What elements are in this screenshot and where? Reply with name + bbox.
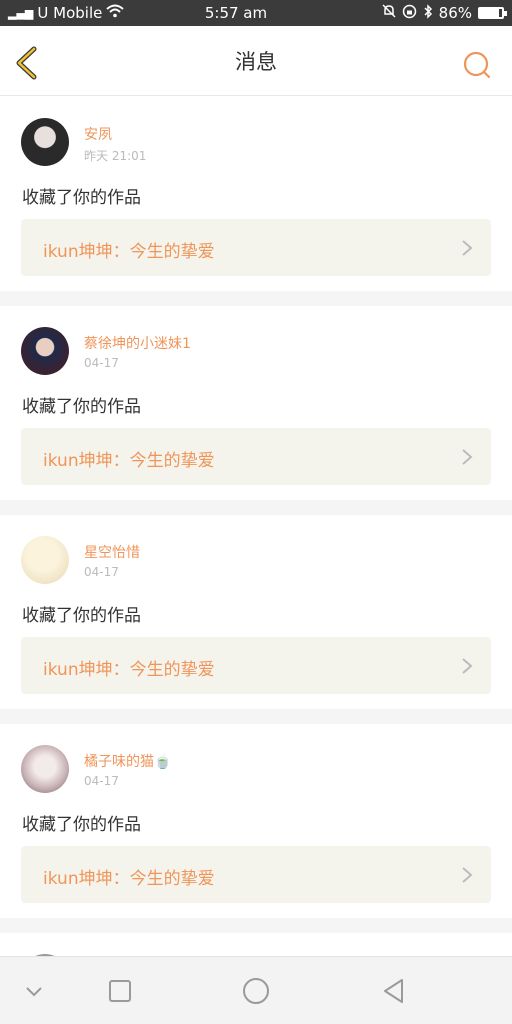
back-nav-button[interactable] — [380, 977, 408, 1005]
page-title: 消息 — [235, 49, 277, 74]
username[interactable]: 星空怡惜 — [84, 542, 140, 562]
home-button[interactable] — [242, 977, 270, 1005]
lock-rotation-icon — [402, 4, 417, 23]
username[interactable]: 橘子味的猫🍵 — [84, 751, 171, 771]
battery-icon — [478, 7, 507, 19]
divider — [0, 918, 512, 933]
system-nav-bar — [0, 956, 512, 1024]
avatar[interactable] — [21, 745, 69, 793]
timestamp: 04-17 — [84, 565, 119, 579]
work-link[interactable]: ikun坤坤：今生的挚爱 — [21, 428, 491, 485]
chevron-down-icon — [26, 987, 42, 997]
action-text: 收藏了你的作品 — [22, 397, 141, 417]
username[interactable]: 安夙 — [84, 124, 112, 144]
avatar[interactable] — [21, 118, 69, 166]
chevron-right-icon — [462, 449, 473, 465]
status-time: 5:57 am — [204, 4, 268, 22]
square-icon — [109, 980, 131, 1002]
carrier-label: U Mobile — [37, 4, 103, 22]
list-item: 星空怡惜 04-17 收藏了你的作品 ikun坤坤：今生的挚爱 — [0, 515, 512, 709]
circle-icon — [243, 978, 269, 1004]
chevron-left-icon — [16, 46, 37, 80]
bluetooth-icon — [423, 3, 433, 23]
triangle-back-icon — [384, 979, 403, 1003]
recents-button[interactable] — [106, 977, 134, 1005]
search-button[interactable] — [462, 50, 492, 80]
battery-fill — [480, 9, 499, 17]
avatar[interactable] — [21, 536, 69, 584]
chevron-right-icon — [462, 240, 473, 256]
status-right: 86% — [324, 3, 507, 23]
work-title: ikun坤坤：今生的挚爱 — [43, 869, 215, 889]
divider — [0, 291, 512, 306]
chevron-right-icon — [462, 658, 473, 674]
username[interactable]: 蔡徐坤的小迷妹1 — [84, 333, 191, 353]
action-text: 收藏了你的作品 — [22, 606, 141, 626]
work-link[interactable]: ikun坤坤：今生的挚爱 — [21, 846, 491, 903]
mute-bell-icon — [382, 4, 396, 22]
work-title: ikun坤坤：今生的挚爱 — [43, 451, 215, 471]
search-icon — [463, 51, 491, 79]
action-text: 收藏了你的作品 — [22, 815, 141, 835]
status-bar: ▂▄▆ U Mobile 5:57 am 86% — [0, 0, 512, 26]
list-item: 蔡徐坤的小迷妹1 04-17 收藏了你的作品 ikun坤坤：今生的挚爱 — [0, 306, 512, 500]
list-item: 安夙 昨天 21:01 收藏了你的作品 ikun坤坤：今生的挚爱 — [0, 97, 512, 291]
work-title: ikun坤坤：今生的挚爱 — [43, 660, 215, 680]
work-link[interactable]: ikun坤坤：今生的挚爱 — [21, 637, 491, 694]
hide-nav-button[interactable] — [20, 977, 48, 1005]
wifi-icon — [106, 4, 125, 22]
message-feed: 安夙 昨天 21:01 收藏了你的作品 ikun坤坤：今生的挚爱 蔡徐坤的小迷妹… — [0, 97, 512, 1002]
list-item: 橘子味的猫🍵 04-17 收藏了你的作品 ikun坤坤：今生的挚爱 — [0, 724, 512, 918]
battery-percent: 86% — [438, 4, 472, 22]
signal-icon: ▂▄▆ — [8, 6, 34, 20]
divider — [0, 709, 512, 724]
timestamp: 04-17 — [84, 356, 119, 370]
chevron-right-icon — [462, 867, 473, 883]
app-header: 消息 — [0, 26, 512, 96]
work-title: ikun坤坤：今生的挚爱 — [43, 242, 215, 262]
action-text: 收藏了你的作品 — [22, 188, 141, 208]
divider — [0, 500, 512, 515]
work-link[interactable]: ikun坤坤：今生的挚爱 — [21, 219, 491, 276]
back-button[interactable] — [12, 46, 42, 80]
status-left: ▂▄▆ U Mobile — [8, 4, 188, 22]
timestamp: 04-17 — [84, 774, 119, 788]
timestamp: 昨天 21:01 — [84, 149, 147, 163]
avatar[interactable] — [21, 327, 69, 375]
